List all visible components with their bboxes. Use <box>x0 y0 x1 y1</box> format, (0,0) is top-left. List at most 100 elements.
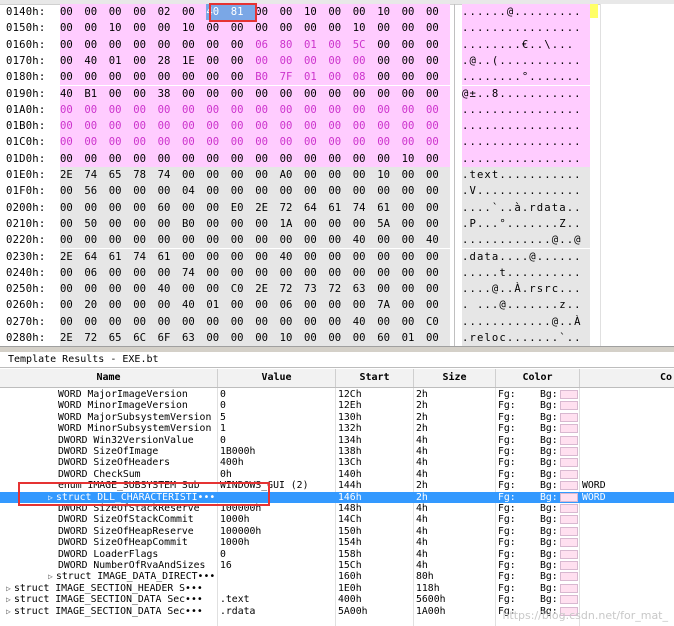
column-header-value[interactable]: Value <box>218 369 336 387</box>
hex-byte[interactable]: 00 <box>401 313 426 330</box>
hex-byte[interactable]: 00 <box>157 20 182 37</box>
hex-byte[interactable]: 10 <box>304 4 329 21</box>
hex-byte[interactable]: 00 <box>206 281 231 298</box>
hex-byte[interactable]: 64 <box>84 248 109 265</box>
hex-byte[interactable]: 74 <box>157 167 182 184</box>
hex-byte[interactable]: 63 <box>182 330 207 346</box>
hex-byte[interactable]: 00 <box>377 118 402 135</box>
hex-byte[interactable]: 00 <box>328 118 353 135</box>
hex-byte[interactable]: 00 <box>255 52 280 70</box>
hex-byte[interactable]: 00 <box>157 264 182 282</box>
hex-byte[interactable]: 00 <box>230 52 256 70</box>
color-swatch[interactable] <box>560 412 578 422</box>
hex-byte[interactable]: 00 <box>377 150 402 167</box>
hex-byte[interactable]: 00 <box>304 134 329 151</box>
hex-byte[interactable]: 00 <box>84 150 109 167</box>
hex-byte[interactable]: 00 <box>84 69 109 86</box>
hex-byte[interactable]: 72 <box>328 281 353 298</box>
hex-byte[interactable]: 10 <box>352 20 378 37</box>
hex-byte[interactable]: 00 <box>255 134 280 151</box>
hex-byte[interactable]: 00 <box>401 215 426 233</box>
color-swatch[interactable] <box>560 424 578 434</box>
hex-byte[interactable]: C0 <box>426 313 451 330</box>
hex-byte[interactable]: 00 <box>133 215 158 233</box>
color-swatch[interactable] <box>560 458 578 468</box>
hex-byte[interactable]: 00 <box>328 20 353 37</box>
hex-byte[interactable]: 00 <box>279 118 304 135</box>
hex-byte[interactable]: 00 <box>157 297 182 314</box>
hex-byte[interactable]: 00 <box>60 215 85 233</box>
hex-byte[interactable]: 00 <box>60 118 85 135</box>
hex-byte[interactable]: 00 <box>352 297 378 314</box>
hex-byte[interactable]: 00 <box>401 248 426 265</box>
hex-byte[interactable]: 00 <box>182 85 207 102</box>
hex-byte[interactable]: 00 <box>255 313 280 330</box>
hex-byte[interactable]: 00 <box>108 69 134 86</box>
hex-byte[interactable]: 00 <box>304 232 329 249</box>
hex-byte[interactable]: 00 <box>60 281 85 298</box>
hex-byte[interactable]: 00 <box>230 69 256 86</box>
hex-byte[interactable]: 00 <box>352 183 378 200</box>
hex-byte[interactable]: 01 <box>108 52 134 70</box>
hex-byte[interactable]: 00 <box>84 134 109 151</box>
hex-byte[interactable]: 5C <box>352 36 378 53</box>
hex-byte[interactable]: 00 <box>182 101 207 119</box>
hex-byte[interactable]: 50 <box>84 215 109 233</box>
hex-byte[interactable]: 00 <box>304 264 329 282</box>
template-row[interactable]: DWORD SizeOfHeapReserve 100000h 150h 4h Fg: B… <box>0 526 674 537</box>
hex-byte[interactable]: 00 <box>279 4 304 21</box>
hex-byte[interactable]: 00 <box>328 134 353 151</box>
hex-byte[interactable]: 00 <box>401 183 426 200</box>
hex-byte[interactable]: 00 <box>426 36 451 53</box>
hex-byte[interactable]: 00 <box>182 4 207 21</box>
hex-byte[interactable]: 00 <box>108 150 134 167</box>
hex-byte[interactable]: 2E <box>60 248 85 265</box>
hex-byte[interactable]: 00 <box>182 69 207 86</box>
color-swatch[interactable] <box>560 492 578 502</box>
hex-byte[interactable]: 00 <box>352 101 378 119</box>
hex-editor-pane[interactable]: 0140h: 00 00 00 00 02 00 40 81 00 00 10 00 00 10 00 00..… <box>0 0 674 346</box>
hex-byte[interactable]: 00 <box>401 199 426 216</box>
hex-byte[interactable]: 00 <box>304 101 329 119</box>
expand-arrow-icon[interactable]: ▷ <box>48 571 56 582</box>
hex-byte[interactable]: 00 <box>84 4 109 21</box>
color-swatch[interactable] <box>560 572 578 582</box>
hex-byte[interactable]: 00 <box>230 313 256 330</box>
hex-byte[interactable]: 65 <box>108 330 134 346</box>
template-row[interactable]: DWORD Win32VersionValue 0 134h 4h Fg: Bg: <box>0 435 674 446</box>
hex-byte[interactable]: 00 <box>108 297 134 314</box>
color-swatch[interactable] <box>560 561 578 570</box>
hex-byte[interactable]: 00 <box>377 183 402 200</box>
hex-byte[interactable]: 00 <box>157 183 182 200</box>
hex-byte[interactable]: 61 <box>108 248 134 265</box>
hex-byte[interactable]: 04 <box>182 183 207 200</box>
color-swatch[interactable] <box>560 435 578 445</box>
hex-byte[interactable]: 00 <box>304 167 329 184</box>
hex-byte[interactable]: 00 <box>279 20 304 37</box>
hex-byte[interactable]: 00 <box>426 167 451 184</box>
hex-byte[interactable]: 00 <box>230 118 256 135</box>
hex-byte[interactable]: 61 <box>157 248 182 265</box>
hex-byte[interactable]: 00 <box>279 52 304 70</box>
hex-byte[interactable]: 00 <box>60 69 85 86</box>
hex-byte[interactable]: 00 <box>206 52 231 70</box>
hex-byte[interactable]: 1A <box>279 215 304 233</box>
template-row[interactable]: WORD MajorSubsystemVersion 5 130h 2h Fg: Bg: <box>0 412 674 423</box>
hex-byte[interactable]: 00 <box>133 36 158 53</box>
hex-byte[interactable]: 06 <box>255 36 280 53</box>
hex-byte[interactable]: 00 <box>230 85 256 102</box>
hex-byte[interactable]: 00 <box>328 297 353 314</box>
hex-byte[interactable]: E0 <box>230 199 256 216</box>
hex-byte[interactable]: 00 <box>84 313 109 330</box>
hex-byte[interactable]: 00 <box>206 264 231 282</box>
hex-byte[interactable]: 00 <box>84 36 109 53</box>
hex-byte[interactable]: 00 <box>206 313 231 330</box>
hex-byte[interactable]: 00 <box>133 134 158 151</box>
column-header-size[interactable]: Size <box>414 369 496 387</box>
hex-byte[interactable]: 00 <box>255 150 280 167</box>
hex-byte[interactable]: 00 <box>255 167 280 184</box>
hex-byte[interactable]: 00 <box>255 330 280 346</box>
hex-byte[interactable]: 00 <box>206 183 231 200</box>
hex-byte[interactable]: 00 <box>108 134 134 151</box>
hex-byte[interactable]: 00 <box>108 215 134 233</box>
